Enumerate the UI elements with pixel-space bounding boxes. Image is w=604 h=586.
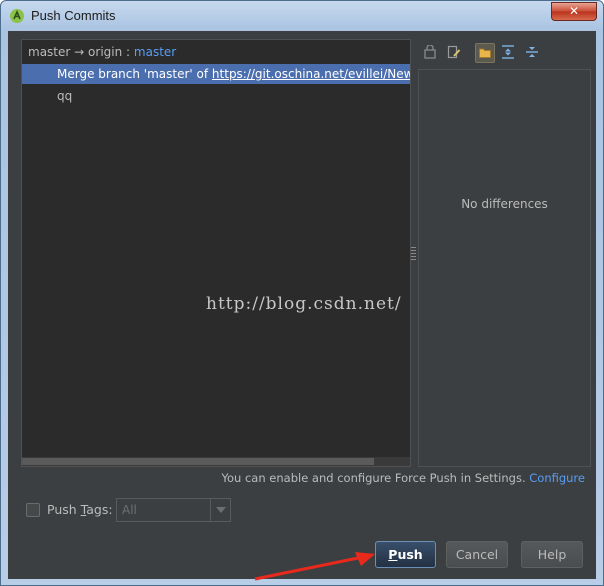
watermark: http://blog.csdn.net/	[206, 294, 402, 314]
no-differences-text: No differences	[461, 197, 548, 211]
annotation-arrow-icon	[254, 552, 375, 581]
close-button[interactable]: ✕	[551, 2, 597, 21]
branch-node[interactable]: master → origin : master	[28, 45, 176, 59]
remote-branch-link[interactable]: master	[134, 45, 176, 59]
edit-commit-button[interactable]	[445, 43, 465, 63]
push-tags-checkbox[interactable]	[26, 503, 40, 517]
splitter-handle[interactable]	[411, 247, 416, 261]
cancel-label: Cancel	[455, 547, 499, 562]
local-branch: master	[28, 45, 71, 59]
edit-source-button[interactable]	[421, 43, 441, 63]
push-button[interactable]: Push	[375, 541, 436, 568]
remote-name: origin :	[88, 45, 131, 59]
expand-all-button[interactable]	[499, 43, 519, 63]
commit-message: Merge branch 'master' of	[57, 67, 212, 81]
android-studio-icon	[9, 8, 25, 24]
collapse-all-icon	[526, 47, 538, 57]
push-label: ush	[397, 547, 423, 562]
title-bar: Push Commits ✕	[1, 1, 603, 31]
dropdown-button[interactable]	[210, 499, 230, 521]
cancel-button[interactable]: Cancel	[446, 541, 508, 568]
expand-all-icon	[502, 45, 514, 59]
push-tags-label: Push Tags:	[47, 502, 113, 517]
edit-commit-icon	[447, 45, 461, 59]
commit-row[interactable]: Merge branch 'master' of https://git.osc…	[22, 64, 410, 84]
force-push-text: You can enable and configure Force Push …	[221, 471, 526, 485]
configure-link[interactable]: Configure	[529, 471, 585, 485]
commit-tree-panel[interactable]: master → origin : master Merge branch 'm…	[21, 39, 411, 467]
push-tags-value: All	[122, 503, 137, 517]
push-tags-dropdown[interactable]: All	[116, 498, 231, 522]
scrollbar-thumb[interactable]	[22, 458, 374, 465]
collapse-all-button[interactable]	[523, 43, 543, 63]
arrow-icon: →	[74, 45, 85, 59]
window-title: Push Commits	[31, 8, 116, 23]
group-by-directory-button[interactable]	[475, 43, 495, 63]
commit-url-link[interactable]: https://git.oschina.net/evillei/NewP	[212, 67, 410, 81]
diff-toolbar	[419, 41, 589, 65]
push-commits-dialog: Push Commits ✕ master → origin : master …	[0, 0, 604, 586]
commit-message: qq	[57, 89, 73, 103]
help-button[interactable]: Help	[521, 541, 583, 568]
group-by-directory-icon	[479, 48, 491, 58]
force-push-hint: You can enable and configure Force Push …	[222, 471, 586, 485]
edit-source-icon	[424, 45, 436, 59]
close-icon: ✕	[568, 4, 580, 18]
commit-row[interactable]: qq	[22, 86, 410, 106]
diff-panel: No differences	[418, 69, 591, 467]
help-label: Help	[537, 547, 567, 562]
chevron-down-icon	[216, 507, 226, 513]
horizontal-scrollbar[interactable]	[22, 457, 410, 466]
dialog-content: master → origin : master Merge branch 'm…	[8, 31, 596, 579]
